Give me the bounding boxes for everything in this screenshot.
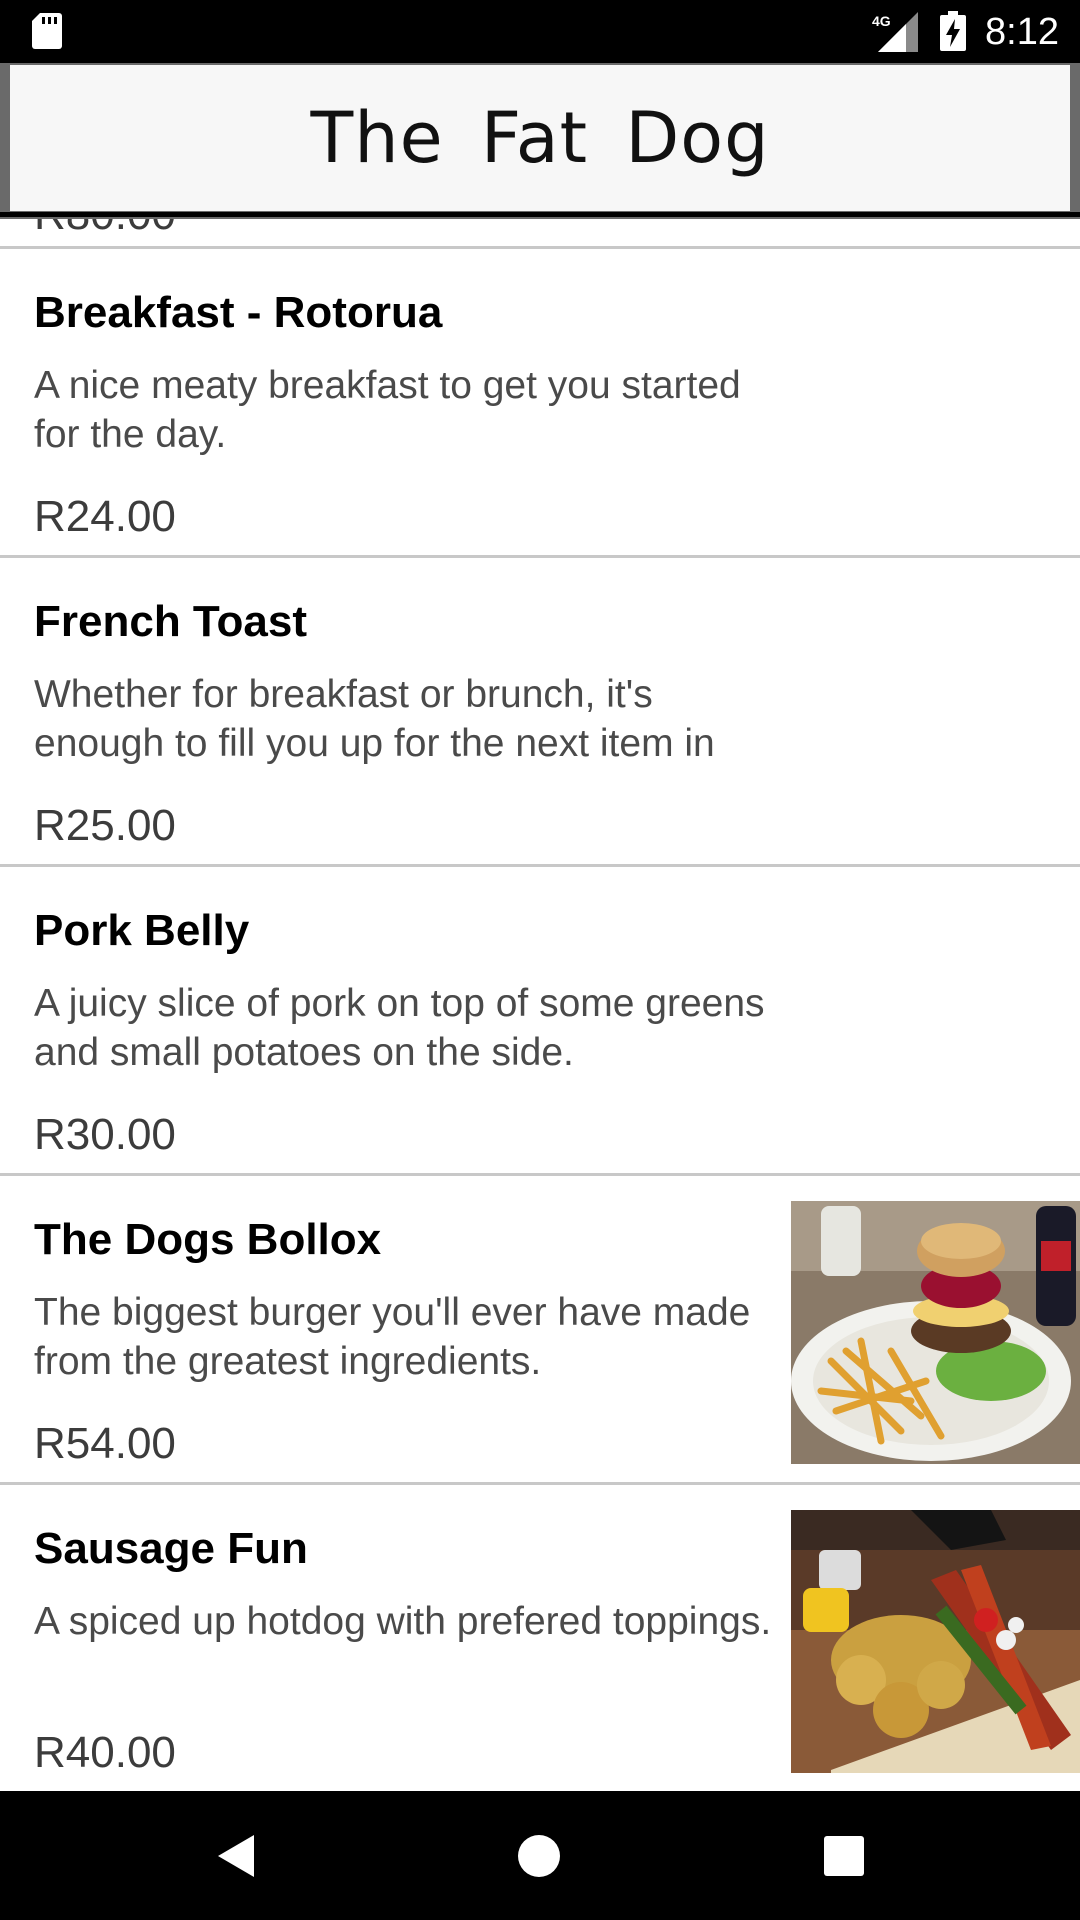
recents-icon[interactable]	[817, 1829, 871, 1883]
menu-list[interactable]: R80.00 Breakfast - Rotorua A nice meaty …	[0, 219, 1080, 1791]
menu-item[interactable]: Breakfast - Rotorua A nice meaty breakfa…	[0, 246, 1080, 555]
item-description: Whether for breakfast or brunch, it's en…	[34, 673, 715, 765]
item-price: R24.00	[34, 492, 176, 541]
battery-charging-icon	[940, 11, 966, 51]
item-name: The Dogs Bollox	[34, 1215, 382, 1264]
item-description: A spiced up hotdog with prefered topping…	[34, 1600, 772, 1643]
signal-icon: 4G	[872, 12, 918, 52]
item-description: The biggest burger you'll ever have made…	[34, 1291, 751, 1383]
back-icon[interactable]	[210, 1829, 264, 1883]
status-bar: 4G 8:12	[0, 0, 1080, 63]
item-price: R40.00	[34, 1728, 176, 1777]
sausage-photo	[791, 1510, 1080, 1773]
menu-item[interactable]: Pork Belly A juicy slice of pork on top …	[0, 864, 1080, 1173]
burger-photo	[791, 1201, 1080, 1464]
nav-bar	[0, 1791, 1080, 1920]
item-description: A juicy slice of pork on top of some gre…	[34, 982, 765, 1074]
menu-item[interactable]: French Toast Whether for breakfast or br…	[0, 555, 1080, 864]
app-bar-divider	[0, 212, 1080, 217]
item-price: R54.00	[34, 1419, 176, 1468]
sd-card-icon	[32, 13, 62, 49]
item-price: R25.00	[34, 801, 176, 850]
item-name: Pork Belly	[34, 906, 250, 955]
app-bar-surface: The Fat Dog	[10, 65, 1070, 211]
menu-item[interactable]: Sausage Fun A spiced up hotdog with pref…	[0, 1482, 1080, 1791]
item-name: Sausage Fun	[34, 1524, 308, 1573]
item-description: A nice meaty breakfast to get you starte…	[34, 364, 741, 456]
item-price: R30.00	[34, 1110, 176, 1159]
menu-item[interactable]: The Dogs Bollox The biggest burger you'l…	[0, 1173, 1080, 1482]
item-name: French Toast	[34, 597, 308, 646]
screen: 4G 8:12 The Fat Dog R80.00 Breakfast - R…	[0, 0, 1080, 1920]
app-bar: The Fat Dog	[0, 63, 1080, 219]
partial-item-price: R80.00	[34, 219, 176, 241]
item-name: Breakfast - Rotorua	[34, 288, 443, 337]
app-title: The Fat Dog	[310, 97, 770, 179]
clock: 8:12	[985, 11, 1059, 53]
svg-text:4G: 4G	[872, 13, 891, 29]
home-icon[interactable]	[512, 1829, 566, 1883]
